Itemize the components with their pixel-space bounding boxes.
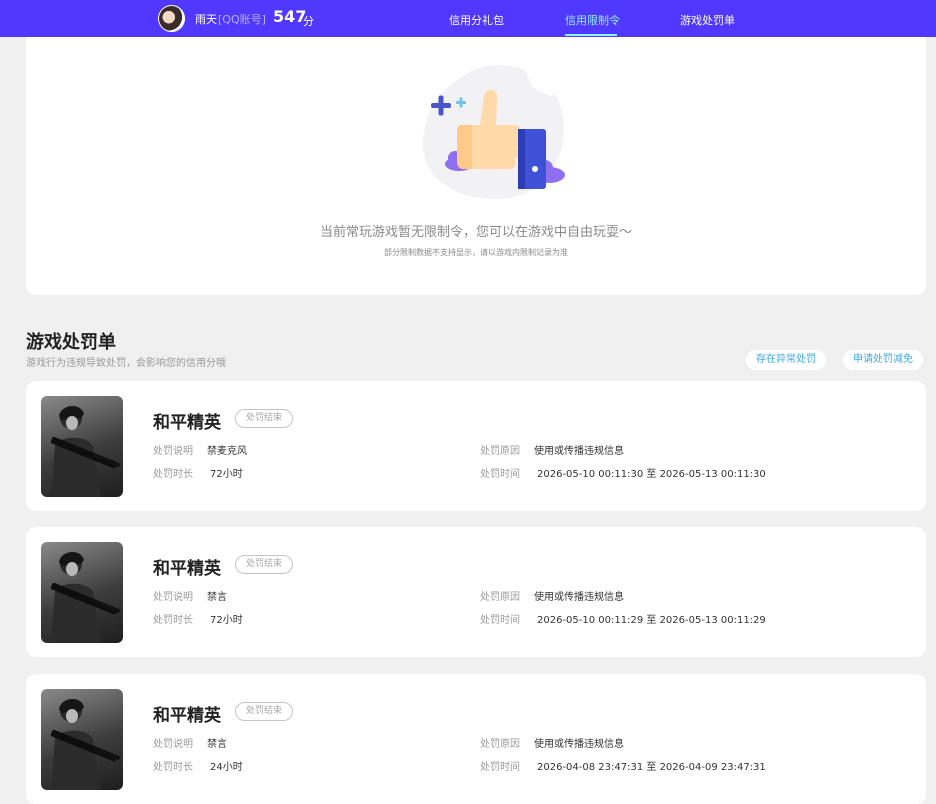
game-name: 和平精英 — [153, 706, 221, 726]
reason-value: 使用或传播违规信息 — [534, 446, 624, 457]
game-name: 和平精英 — [153, 559, 221, 579]
time-value: 2026-05-10 00:11:29 至 2026-05-13 00:11:2… — [537, 615, 766, 626]
duration-label: 处罚时长 — [153, 615, 193, 626]
reason-value: 使用或传播违规信息 — [534, 739, 624, 750]
game-thumbnail — [41, 396, 123, 497]
desc-value: 禁言 — [207, 592, 227, 603]
penalty-card[interactable]: 和平精英 处罚结束 处罚说明 禁麦克风 处罚时长 72小时 处罚原因 使用或传播… — [26, 381, 926, 511]
thumbs-up-illustration — [422, 61, 565, 200]
reason-label: 处罚原因 — [480, 592, 520, 603]
empty-state-note: 部分限制数据不支持显示，请以游戏内限制记录为准 — [384, 248, 568, 257]
status-badge: 处罚结束 — [235, 555, 294, 574]
game-thumbnail — [41, 689, 123, 790]
desc-label: 处罚说明 — [153, 446, 193, 457]
duration-label: 处罚时长 — [153, 469, 193, 480]
reduce-penalty-button[interactable]: 申请处罚减免 — [843, 350, 923, 370]
top-bar: 雨天 [QQ账号] 547 分 信用分礼包 信用限制令 游戏处罚单 — [0, 0, 936, 37]
credit-score-unit: 分 — [303, 15, 314, 28]
game-name: 和平精英 — [153, 413, 221, 433]
section-title: 游戏处罚单 — [26, 332, 116, 353]
time-value: 2026-04-08 23:47:31 至 2026-04-09 23:47:3… — [537, 762, 766, 773]
user-avatar[interactable] — [158, 5, 185, 32]
nav-tab-gift[interactable]: 信用分礼包 — [449, 12, 504, 28]
duration-value: 72小时 — [210, 615, 243, 626]
restriction-card: 当前常玩游戏暂无限制令，您可以在游戏中自由玩耍～ 部分限制数据不支持显示，请以游… — [26, 37, 926, 295]
abnormal-penalty-button[interactable]: 存在异常处罚 — [746, 350, 826, 370]
time-value: 2026-05-10 00:11:30 至 2026-05-13 00:11:3… — [537, 469, 766, 480]
desc-value: 禁麦克风 — [207, 446, 247, 457]
game-thumbnail — [41, 542, 123, 643]
duration-value: 24小时 — [210, 762, 243, 773]
empty-state-message: 当前常玩游戏暂无限制令，您可以在游戏中自由玩耍～ — [319, 225, 632, 240]
reason-label: 处罚原因 — [480, 446, 520, 457]
status-badge: 处罚结束 — [235, 409, 294, 428]
active-tab-indicator — [565, 34, 617, 36]
credit-score: 547 — [273, 7, 307, 26]
nav-tab-restriction[interactable]: 信用限制令 — [565, 12, 620, 28]
nav-tab-penalty[interactable]: 游戏处罚单 — [680, 12, 735, 28]
reason-label: 处罚原因 — [480, 739, 520, 750]
section-subtitle: 游戏行为违规导致处罚，会影响您的信用分哦 — [26, 358, 226, 369]
desc-label: 处罚说明 — [153, 739, 193, 750]
desc-value: 禁言 — [207, 739, 227, 750]
time-label: 处罚时间 — [480, 615, 520, 626]
duration-label: 处罚时长 — [153, 762, 193, 773]
penalty-card[interactable]: 和平精英 处罚结束 处罚说明 禁言 处罚时长 72小时 处罚原因 使用或传播违规… — [26, 527, 926, 657]
time-label: 处罚时间 — [480, 762, 520, 773]
time-label: 处罚时间 — [480, 469, 520, 480]
desc-label: 处罚说明 — [153, 592, 193, 603]
reason-value: 使用或传播违规信息 — [534, 592, 624, 603]
penalty-card[interactable]: 和平精英 处罚结束 处罚说明 禁言 处罚时长 24小时 处罚原因 使用或传播违规… — [26, 674, 926, 804]
account-type: [QQ账号] — [218, 13, 266, 26]
status-badge: 处罚结束 — [235, 702, 294, 721]
duration-value: 72小时 — [210, 469, 243, 480]
username: 雨天 — [195, 13, 217, 26]
